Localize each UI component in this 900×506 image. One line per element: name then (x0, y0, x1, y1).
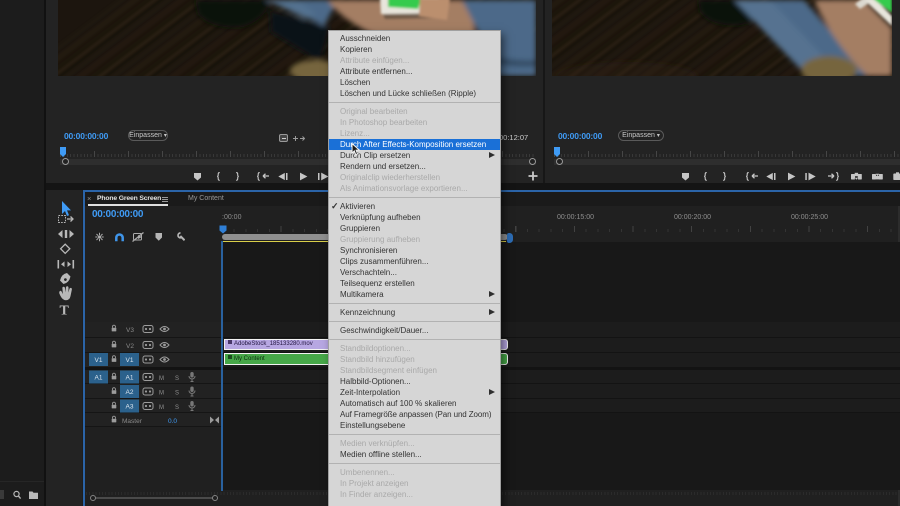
svg-text:M: M (159, 391, 164, 397)
svg-text:T: T (60, 304, 70, 319)
svg-text:V1: V1 (126, 357, 134, 364)
svg-text:A2: A2 (126, 389, 134, 396)
svg-text:M: M (159, 405, 164, 411)
svg-text:V3: V3 (126, 327, 134, 334)
svg-text:A1: A1 (95, 375, 103, 382)
svg-text:V1: V1 (95, 357, 103, 364)
svg-text:V2: V2 (126, 343, 134, 350)
svg-text:A3: A3 (126, 404, 134, 411)
svg-text:A1: A1 (126, 375, 134, 382)
svg-text:S: S (175, 391, 179, 397)
svg-text:S: S (175, 376, 179, 382)
svg-text:S: S (175, 405, 179, 411)
svg-text:Master: Master (122, 418, 143, 425)
svg-text:0.0: 0.0 (168, 418, 177, 425)
svg-text:M: M (159, 376, 164, 382)
